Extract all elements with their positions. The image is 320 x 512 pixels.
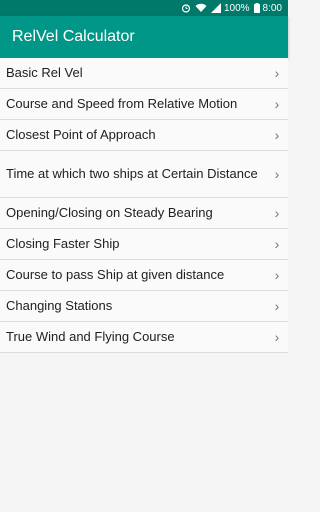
clock-time: 8:00 — [262, 2, 282, 14]
chevron-right-icon: › — [274, 329, 280, 345]
menu-item-label: Basic Rel Vel — [6, 65, 83, 80]
menu-item-label: True Wind and Flying Course — [6, 329, 175, 344]
chevron-right-icon: › — [274, 298, 280, 314]
menu-item-basic-rel-vel[interactable]: Basic Rel Vel › — [0, 58, 288, 89]
chevron-right-icon: › — [274, 166, 280, 182]
menu-item-label: Time at which two ships at Certain Dista… — [6, 166, 258, 181]
chevron-right-icon: › — [274, 267, 280, 283]
menu-item-time-two-ships-distance[interactable]: Time at which two ships at Certain Dista… — [0, 151, 288, 198]
chevron-right-icon: › — [274, 96, 280, 112]
menu-item-closing-faster-ship[interactable]: Closing Faster Ship › — [0, 229, 288, 260]
signal-icon — [210, 3, 221, 13]
menu-item-label: Opening/Closing on Steady Bearing — [6, 205, 213, 220]
chevron-right-icon: › — [274, 127, 280, 143]
menu-item-opening-closing-steady-bearing[interactable]: Opening/Closing on Steady Bearing › — [0, 198, 288, 229]
battery-percent: 100% — [223, 2, 250, 14]
app-bar: RelVel Calculator — [0, 16, 288, 58]
menu-item-label: Course to pass Ship at given distance — [6, 267, 225, 282]
chevron-right-icon: › — [274, 65, 280, 81]
app-title: RelVel Calculator — [12, 28, 135, 45]
menu-item-course-pass-ship-distance[interactable]: Course to pass Ship at given distance › — [0, 260, 288, 291]
menu-item-true-wind-flying-course[interactable]: True Wind and Flying Course › — [0, 322, 288, 353]
menu-item-label: Closing Faster Ship — [6, 236, 120, 251]
wifi-icon — [195, 3, 207, 13]
menu-list: Basic Rel Vel › Course and Speed from Re… — [0, 58, 288, 353]
menu-item-label: Closest Point of Approach — [6, 127, 156, 142]
battery-icon — [253, 3, 260, 13]
menu-item-label: Course and Speed from Relative Motion — [6, 96, 238, 111]
menu-item-changing-stations[interactable]: Changing Stations › — [0, 291, 288, 322]
chevron-right-icon: › — [274, 205, 280, 221]
alarm-icon — [181, 3, 191, 13]
menu-item-course-speed-relative-motion[interactable]: Course and Speed from Relative Motion › — [0, 89, 288, 120]
status-bar: 100% 8:00 — [0, 0, 288, 16]
menu-item-closest-point-of-approach[interactable]: Closest Point of Approach › — [0, 120, 288, 151]
menu-item-label: Changing Stations — [6, 298, 113, 313]
chevron-right-icon: › — [274, 236, 280, 252]
